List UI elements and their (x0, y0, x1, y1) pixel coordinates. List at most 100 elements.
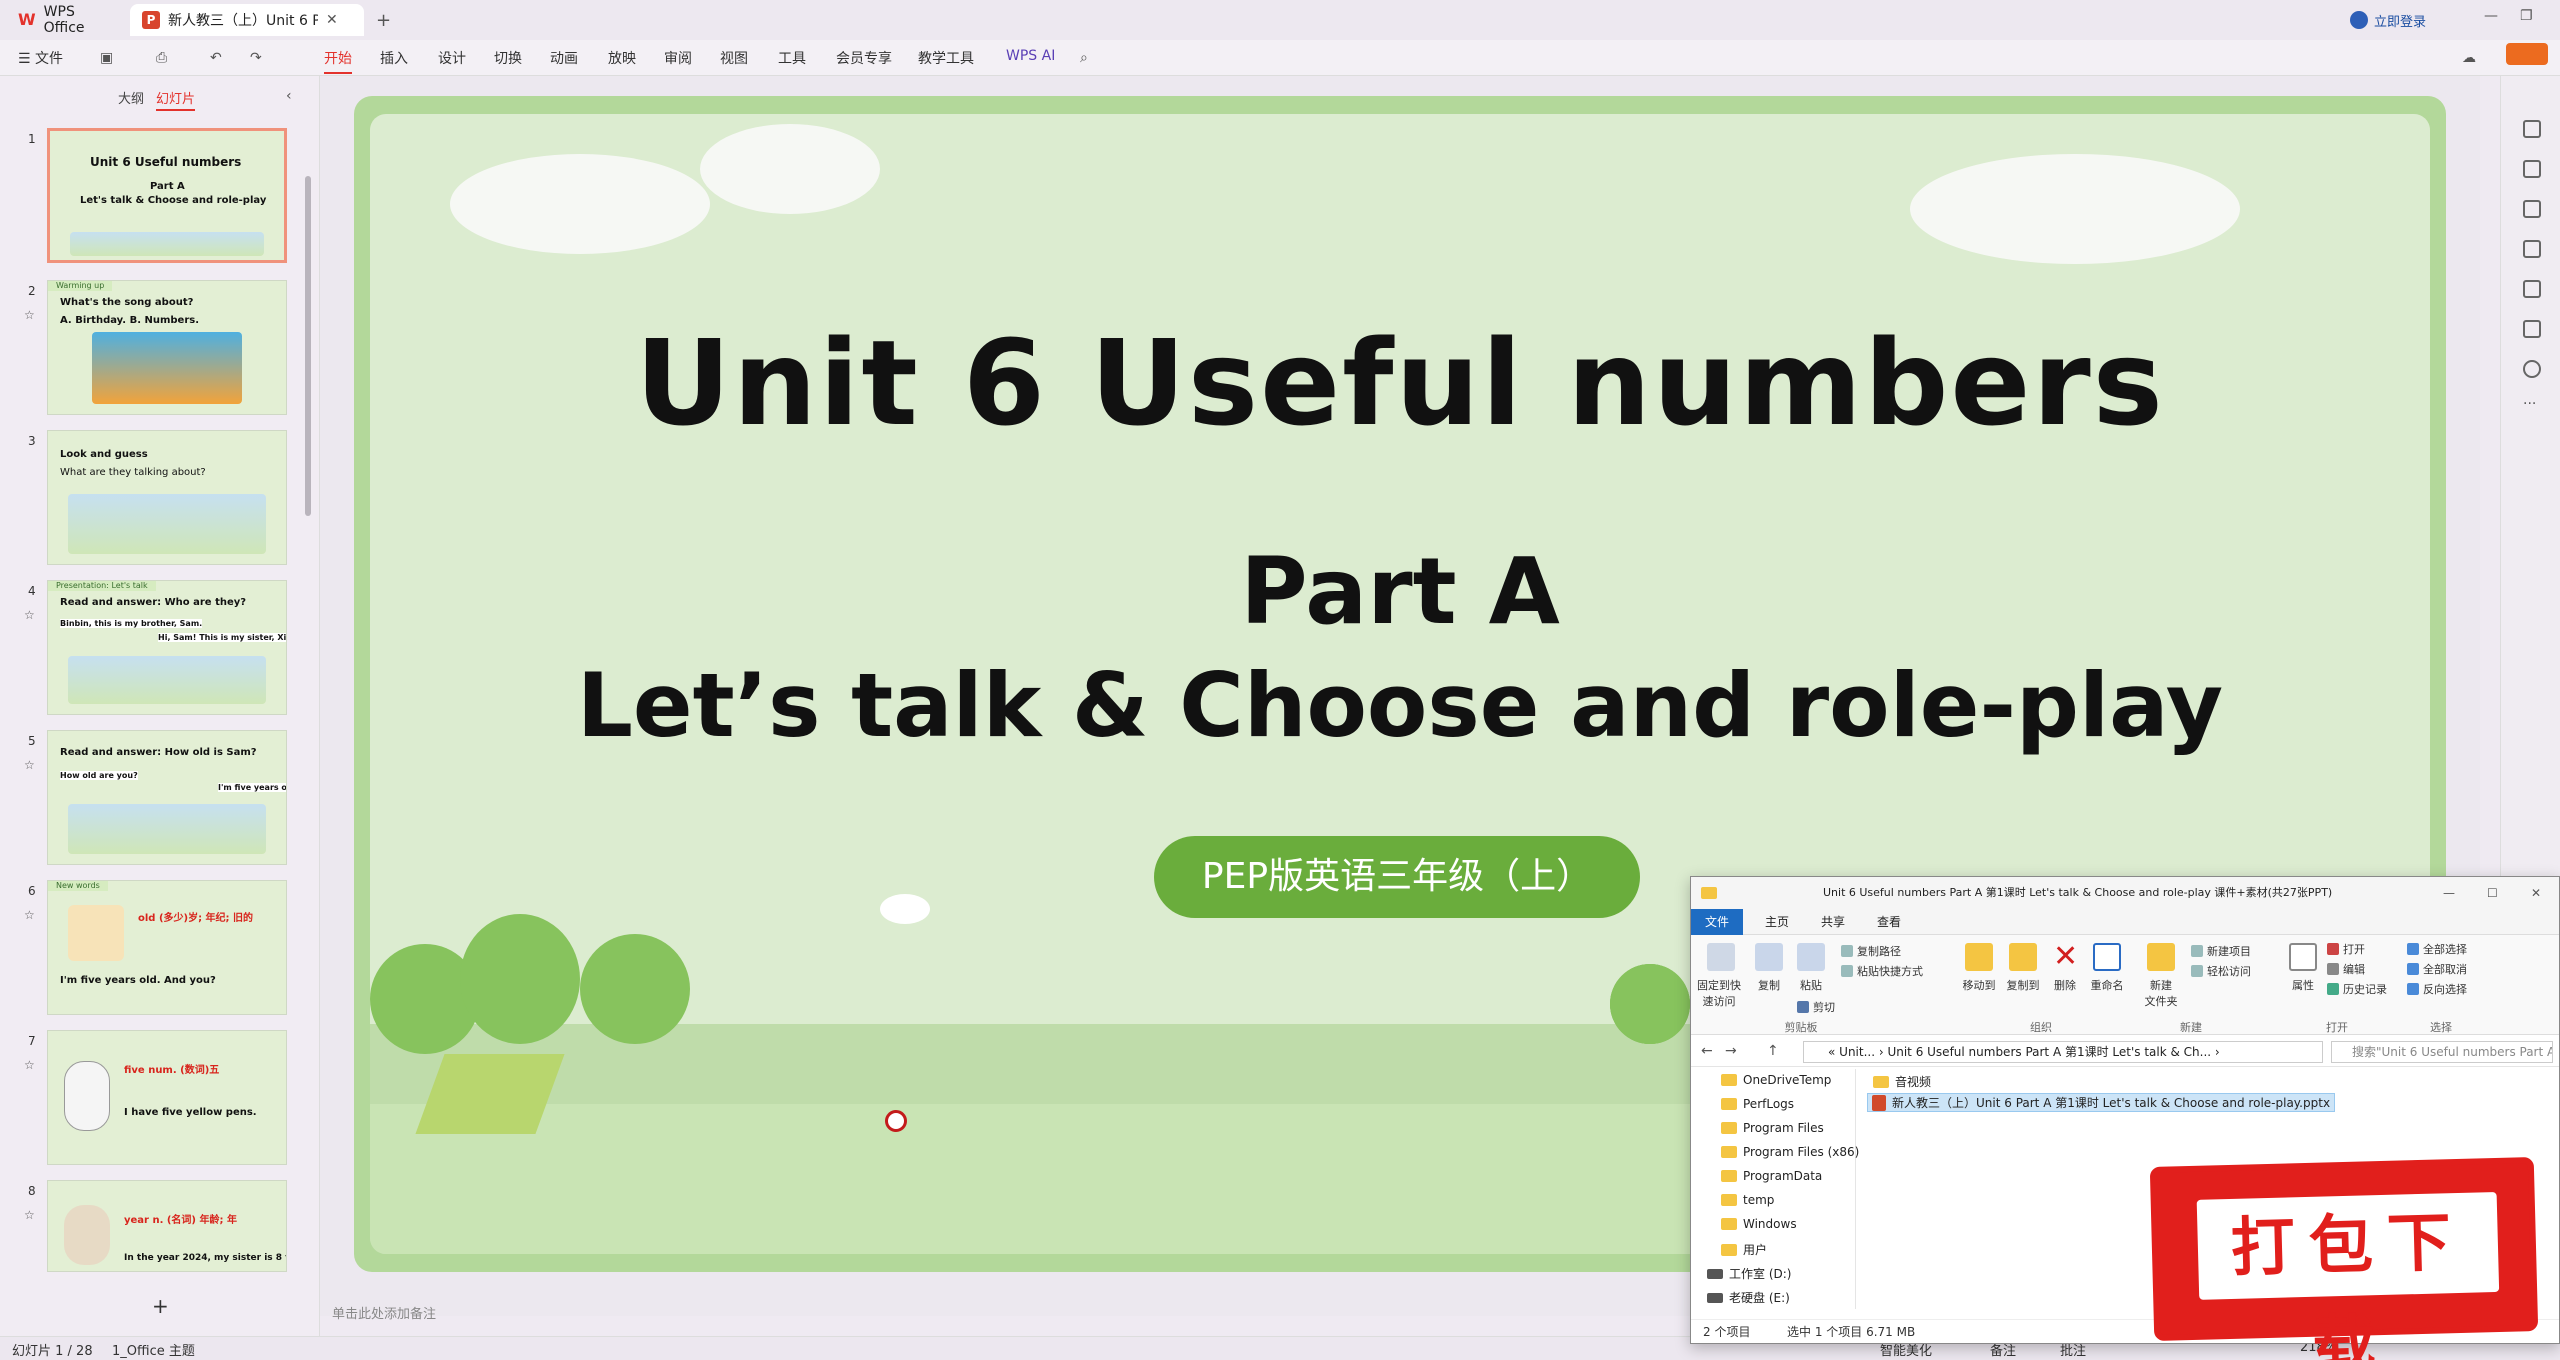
book-icon[interactable] (2523, 320, 2541, 338)
menu-slideshow[interactable]: 放映 (608, 48, 636, 68)
pin-button[interactable]: 固定到快 速访问 (1691, 977, 1747, 1009)
save-icon[interactable]: ▣ (100, 50, 113, 66)
panel-scrollbar[interactable] (305, 176, 311, 516)
slide-thumbnail-8[interactable]: year n. (名词) 年龄; 年 In the year 2024, my … (47, 1180, 287, 1272)
layout-icon[interactable] (2523, 240, 2541, 258)
address-input[interactable]: « Unit... › Unit 6 Useful numbers Part A… (1803, 1041, 2323, 1063)
copy-path-button[interactable]: 复制路径 (1841, 943, 1901, 959)
menu-home[interactable]: 开始 (324, 48, 352, 74)
new-item-button[interactable]: 新建项目 (2191, 943, 2251, 959)
open-button[interactable]: 打开 (2327, 941, 2365, 957)
file-item-folder[interactable]: 音视频 (1873, 1073, 1931, 1090)
history-button[interactable]: 历史记录 (2327, 981, 2387, 997)
properties-button[interactable]: 属性 (2283, 977, 2323, 993)
close-icon[interactable]: ✕ (2531, 877, 2541, 909)
home-tab[interactable]: W WPS Office (6, 4, 124, 36)
slide-thumbnail-5[interactable]: Read and answer: How old is Sam? How old… (47, 730, 287, 865)
paste-button[interactable]: 粘贴 (1797, 977, 1825, 993)
minimize-icon[interactable]: — (2443, 877, 2455, 909)
delete-button[interactable]: 删除 (2049, 977, 2081, 993)
star-icon[interactable]: ☆ (24, 1208, 35, 1222)
new-tab-icon[interactable]: + (376, 10, 391, 31)
undo-icon[interactable]: ↶ (210, 50, 222, 66)
help-icon[interactable] (2523, 360, 2541, 378)
menu-member[interactable]: 会员专享 (836, 48, 892, 68)
slide-part[interactable]: Part A (370, 538, 2430, 645)
nav-item[interactable]: Program Files (x86) (1721, 1145, 1859, 1159)
menu-animation[interactable]: 动画 (550, 48, 578, 68)
cut-button[interactable]: 剪切 (1797, 999, 1835, 1015)
nav-drive[interactable]: 工作室 (D:) (1707, 1265, 1791, 1282)
nav-item[interactable]: Program Files (1721, 1121, 1824, 1135)
nav-item[interactable]: temp (1721, 1193, 1774, 1207)
star-icon[interactable]: ☆ (24, 1058, 35, 1072)
slide-thumbnail-3[interactable]: Look and guess What are they talking abo… (47, 430, 287, 565)
close-tab-icon[interactable]: ✕ (326, 12, 338, 28)
tab-home[interactable]: 主页 (1751, 913, 1803, 930)
restore-icon[interactable]: ❐ (2520, 8, 2533, 24)
slide-title[interactable]: Unit 6 Useful numbers (370, 314, 2430, 452)
tab-view[interactable]: 查看 (1863, 913, 1915, 930)
paste-shortcut-button[interactable]: 粘贴快捷方式 (1841, 963, 1923, 979)
star-icon[interactable]: ☆ (24, 908, 35, 922)
menu-view[interactable]: 视图 (720, 48, 748, 68)
file-item-pptx[interactable]: 新人教三（上）Unit 6 Part A 第1课时 Let's talk & C… (1867, 1093, 2336, 1112)
nav-item[interactable]: OneDriveTemp (1721, 1073, 1831, 1087)
nav-item[interactable]: 用户 (1721, 1241, 1767, 1258)
menu-wps-ai[interactable]: WPS AI (1006, 48, 1055, 64)
download-stamp[interactable]: 打包下载 (2155, 1163, 2533, 1360)
add-slide-button[interactable]: + (152, 1294, 169, 1318)
share-button[interactable] (2506, 43, 2548, 65)
tab-slides[interactable]: 幻灯片 (156, 88, 196, 111)
grade-badge[interactable]: PEP版英语三年级（上） (1154, 836, 1640, 918)
menu-teaching-tools[interactable]: 教学工具 (918, 48, 974, 68)
theme-name[interactable]: 1_Office 主题 (112, 1340, 195, 1359)
copy-icon[interactable] (2523, 200, 2541, 218)
star-icon[interactable] (2523, 160, 2541, 178)
search-input[interactable]: 搜索"Unit 6 Useful numbers Part A... (2331, 1041, 2553, 1063)
star-icon[interactable]: ☆ (24, 308, 35, 322)
slide-thumbnail-4[interactable]: Presentation: Let's talk Read and answer… (47, 580, 287, 715)
copy-button[interactable]: 复制 (1755, 977, 1783, 993)
forward-icon[interactable]: → (1725, 1043, 1737, 1059)
nav-item[interactable]: ProgramData (1721, 1169, 1822, 1183)
file-menu[interactable]: ☰ 文件 (18, 48, 63, 68)
more-icon[interactable]: ··· (2523, 396, 2536, 412)
slide-subtitle[interactable]: Let’s talk & Choose and role-play (370, 654, 2430, 757)
select-all-button[interactable]: 全部选择 (2407, 941, 2467, 957)
menu-tools[interactable]: 工具 (778, 48, 806, 68)
maximize-icon[interactable]: ☐ (2487, 877, 2498, 909)
print-icon[interactable]: ⎙ (156, 50, 167, 66)
nav-item[interactable]: Windows (1721, 1217, 1797, 1231)
nav-drive[interactable]: 老硬盘 (E:) (1707, 1289, 1790, 1306)
slide-thumbnail-6[interactable]: New words old (多少)岁; 年纪; 旧的 I'm five yea… (47, 880, 287, 1015)
tab-share[interactable]: 共享 (1807, 913, 1859, 930)
up-icon[interactable]: ↑ (1767, 1043, 1779, 1059)
new-folder-button[interactable]: 新建 文件夹 (2137, 977, 2185, 1009)
move-to-button[interactable]: 移动到 (1959, 977, 1999, 993)
tab-outline[interactable]: 大纲 (118, 88, 144, 107)
tab-file[interactable]: 文件 (1691, 909, 1744, 935)
document-tab[interactable]: P 新人教三（上）Unit 6 Part A ✕ (130, 4, 364, 36)
back-icon[interactable]: ← (1701, 1043, 1713, 1059)
slide-thumbnail-7[interactable]: five num. (数词)五 I have five yellow pens. (47, 1030, 287, 1165)
minimize-icon[interactable]: — (2484, 8, 2498, 24)
copy-to-button[interactable]: 复制到 (2003, 977, 2043, 993)
nav-item[interactable]: PerfLogs (1721, 1097, 1794, 1111)
menu-review[interactable]: 审阅 (664, 48, 692, 68)
collapse-panel-icon[interactable]: ‹ (286, 88, 292, 104)
slide-thumbnail-2[interactable]: Warming up What's the song about? A. Bir… (47, 280, 287, 415)
search-icon[interactable]: ⌕ (1080, 50, 1088, 66)
menu-design[interactable]: 设计 (438, 48, 466, 68)
menu-transition[interactable]: 切换 (494, 48, 522, 68)
menu-insert[interactable]: 插入 (380, 48, 408, 68)
tools-icon[interactable] (2523, 280, 2541, 298)
star-icon[interactable]: ☆ (24, 608, 35, 622)
properties-icon[interactable] (2523, 120, 2541, 138)
easy-access-button[interactable]: 轻松访问 (2191, 963, 2251, 979)
edit-button[interactable]: 编辑 (2327, 961, 2365, 977)
select-none-button[interactable]: 全部取消 (2407, 961, 2467, 977)
invert-selection-button[interactable]: 反向选择 (2407, 981, 2467, 997)
redo-icon[interactable]: ↷ (250, 50, 262, 66)
login-button[interactable]: 立即登录 (2350, 8, 2426, 32)
